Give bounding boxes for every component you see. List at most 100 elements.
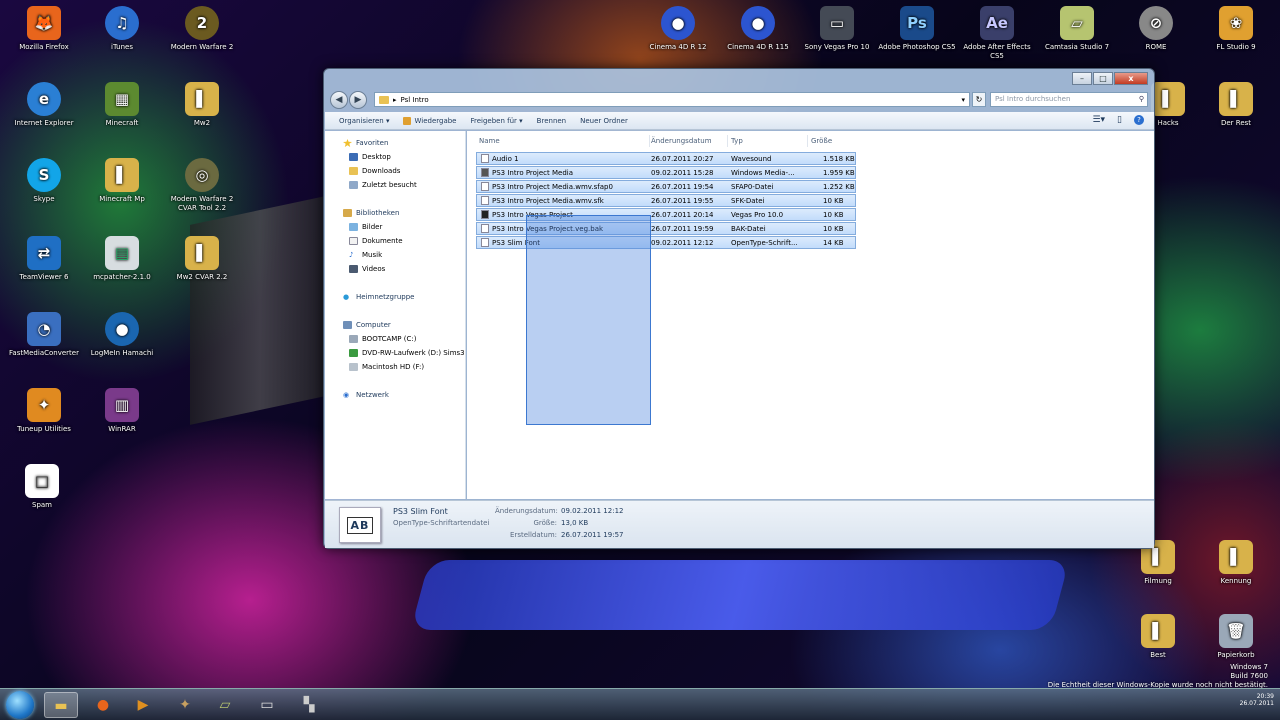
desktop-icon-mw2[interactable]: 2 Modern Warfare 2: [162, 6, 242, 52]
nav-videos[interactable]: Videos: [349, 265, 385, 273]
photoshop-icon: Ps: [900, 6, 934, 40]
cinema4d-icon: ●: [661, 6, 695, 40]
desktop-icon-best[interactable]: ▌ Best: [1118, 614, 1198, 660]
clock-time[interactable]: 20:39: [1240, 693, 1274, 700]
taskbar-explorer-icon[interactable]: ▬: [44, 692, 78, 718]
watermark-line: Build 7600: [1230, 672, 1268, 680]
desktop-icon-photoshop[interactable]: Ps Adobe Photoshop CS5: [877, 6, 957, 52]
desktop-icon-minecraft-mp[interactable]: ▌ Minecraft Mp: [82, 158, 162, 204]
column-header-size[interactable]: Größe: [811, 137, 832, 145]
nav-label: Netzwerk: [356, 391, 389, 399]
file-list[interactable]: Name Änderungsdatum Typ Größe Audio 1 26.…: [467, 131, 1154, 499]
desktop-icon-tuneup[interactable]: ✦ Tuneup Utilities: [4, 388, 84, 434]
desktop-icon-hamachi[interactable]: ● LogMeIn Hamachi: [82, 312, 162, 358]
desktop-icon-after-effects[interactable]: Ae Adobe After Effects CS5: [957, 6, 1037, 61]
nav-label: Musik: [362, 251, 383, 259]
desktop-icon-teamviewer[interactable]: ⇄ TeamViewer 6: [4, 236, 84, 282]
desktop-icon-der-rest[interactable]: ▌ Der Rest: [1196, 82, 1276, 128]
desktop-icon-skype[interactable]: S Skype: [4, 158, 84, 204]
explorer-window[interactable]: – □ x ◀ ▶ ▸ Psl Intro ▾ ↻ Psl Intro durc…: [323, 68, 1155, 549]
nav-recent[interactable]: Zuletzt besucht: [349, 181, 417, 189]
desktop-icon-mw2-cvar-folder[interactable]: ▌ Mw2 CVAR 2.2: [162, 236, 242, 282]
taskbar-firefox-icon[interactable]: ●: [86, 692, 120, 718]
column-separator[interactable]: [649, 135, 650, 147]
breadcrumb[interactable]: Psl Intro: [401, 96, 429, 104]
forward-button[interactable]: ▶: [349, 91, 367, 109]
desktop-icon-ie[interactable]: e Internet Explorer: [4, 82, 84, 128]
folder-icon: ▌: [185, 236, 219, 270]
desktop-icon-camtasia[interactable]: ▱ Camtasia Studio 7: [1037, 6, 1117, 52]
address-bar[interactable]: ▸ Psl Intro ▾: [374, 92, 970, 107]
taskbar-media-player-icon[interactable]: ▶: [126, 692, 160, 718]
desktop-icon-spam[interactable]: □ Spam: [2, 464, 82, 510]
play-button[interactable]: Wiedergabe: [403, 116, 457, 125]
search-input[interactable]: Psl Intro durchsuchen ⚲: [990, 92, 1148, 107]
desktop-icon-itunes[interactable]: ♫ iTunes: [82, 6, 162, 52]
nav-documents[interactable]: Dokumente: [349, 237, 403, 245]
search-icon[interactable]: ⚲: [1139, 93, 1144, 106]
view-options-icon[interactable]: ☰▾: [1092, 115, 1105, 125]
file-icon: [481, 196, 489, 205]
nav-favorites[interactable]: Favoriten: [343, 139, 388, 147]
desktop-icon-mw2-folder[interactable]: ▌ Mw2: [162, 82, 242, 128]
organize-button[interactable]: Organisieren ▾: [339, 117, 389, 125]
share-button[interactable]: Freigeben für ▾: [471, 117, 523, 125]
file-type: SFK-Datei: [731, 196, 765, 205]
taskbar-camtasia-icon[interactable]: ▱: [208, 692, 242, 718]
column-separator[interactable]: [727, 135, 728, 147]
back-button[interactable]: ◀: [330, 91, 348, 109]
nav-drive-c[interactable]: BOOTCAMP (C:): [349, 335, 416, 343]
desktop-icon-flstudio[interactable]: ❀ FL Studio 9: [1196, 6, 1276, 52]
desktop-icon-vegas[interactable]: ▭ Sony Vegas Pro 10: [797, 6, 877, 52]
maximize-button[interactable]: □: [1093, 72, 1113, 85]
desktop-icon-recycle-bin[interactable]: 🗑 Papierkorb: [1196, 614, 1276, 660]
table-row[interactable]: PS3 Intro Project Media.wmv.sfk 26.07.201…: [476, 194, 856, 207]
desktop-icon-minecraft[interactable]: ▦ Minecraft: [82, 82, 162, 128]
nav-label: Downloads: [362, 167, 401, 175]
table-row[interactable]: PS3 Intro Project Media 09.02.2011 15:28 W…: [476, 166, 856, 179]
column-separator[interactable]: [807, 135, 808, 147]
nav-drive-f[interactable]: Macintosh HD (F:): [349, 363, 424, 371]
desktop-icon-label: Modern Warfare 2 CVAR Tool 2.2: [170, 195, 234, 212]
table-row[interactable]: Audio 1 26.07.2011 20:27 Wavesound 1.518 KB: [476, 152, 856, 165]
desktop-icon-cinema4d-12[interactable]: ● Cinema 4D R 12: [638, 6, 718, 52]
minimize-button[interactable]: –: [1072, 72, 1092, 85]
desktop-icon-fastmediaconverter[interactable]: ◔ FastMediaConverter: [4, 312, 84, 358]
desktop-icon-mw2-cvar-tool[interactable]: ◎ Modern Warfare 2 CVAR Tool 2.2: [162, 158, 242, 213]
refresh-button[interactable]: ↻: [972, 92, 986, 107]
vegas-file-icon: [481, 210, 489, 219]
nav-desktop[interactable]: Desktop: [349, 153, 391, 161]
clock-date[interactable]: 26.07.2011: [1240, 700, 1274, 707]
new-folder-button[interactable]: Neuer Ordner: [580, 117, 628, 125]
close-button[interactable]: x: [1114, 72, 1148, 85]
burn-button[interactable]: Brennen: [537, 117, 566, 125]
desktop-icon-cinema4d-115[interactable]: ● Cinema 4D R 115: [718, 6, 798, 52]
nav-homegroup[interactable]: ● Heimnetzgruppe: [343, 293, 414, 301]
taskbar-vegas-icon[interactable]: ▭: [250, 692, 284, 718]
column-header-type[interactable]: Typ: [731, 137, 743, 145]
desktop-icon-mcpatcher[interactable]: ▤ mcpatcher-2.1.0: [82, 236, 162, 282]
table-row[interactable]: PS3 Intro Project Media.wmv.sfap0 26.07.2…: [476, 180, 856, 193]
nav-downloads[interactable]: Downloads: [349, 167, 400, 175]
help-icon[interactable]: ?: [1134, 115, 1144, 125]
column-header-date[interactable]: Änderungsdatum: [651, 137, 712, 145]
nav-drive-d[interactable]: DVD-RW-Laufwerk (D:) Sims3: [349, 349, 465, 357]
nav-music[interactable]: ♪ Musik: [349, 251, 382, 259]
column-header-name[interactable]: Name: [479, 137, 500, 145]
taskbar-app-icon[interactable]: ▚: [292, 692, 326, 718]
address-dropdown-icon[interactable]: ▾: [961, 96, 965, 104]
nav-network[interactable]: ◉ Netzwerk: [343, 391, 389, 399]
desktop-icon-kennung[interactable]: ▌ Kennung: [1196, 540, 1276, 586]
nav-pictures[interactable]: Bilder: [349, 223, 382, 231]
file-type: Windows Media-...: [731, 168, 795, 177]
taskbar-tools-icon[interactable]: ✦: [168, 692, 202, 718]
nav-computer[interactable]: Computer: [343, 321, 391, 329]
dvd-drive-icon: [349, 349, 358, 357]
desktop-icon-label: Filmung: [1144, 577, 1172, 585]
desktop-icon-firefox[interactable]: 🦊 Mozilla Firefox: [4, 6, 84, 52]
nav-libraries[interactable]: Bibliotheken: [343, 209, 399, 217]
start-button[interactable]: [6, 691, 34, 719]
preview-pane-icon[interactable]: ▯: [1117, 115, 1122, 125]
desktop-icon-winrar[interactable]: ▥ WinRAR: [82, 388, 162, 434]
desktop-icon-rome[interactable]: ⊘ ROME: [1116, 6, 1196, 52]
